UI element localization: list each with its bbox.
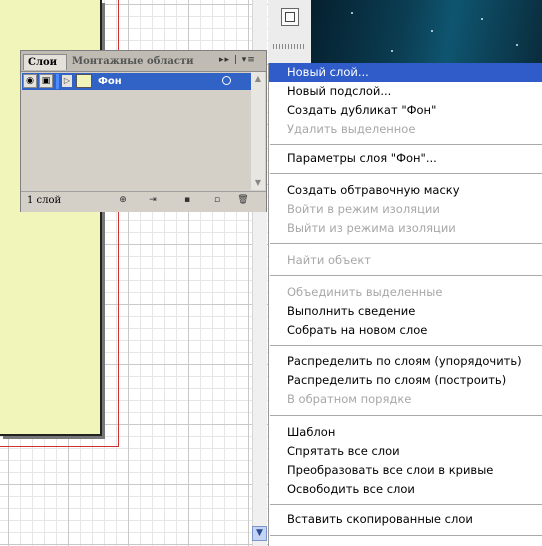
menu-item-delete-selection[interactable]: Удалить выделенное <box>269 120 542 139</box>
panel-menu-button[interactable]: ▸▸ | ▾≡ <box>219 55 256 65</box>
menu-item-release-to-layers-sequence[interactable]: Распределить по слоям (упорядочить) <box>269 352 542 371</box>
menu-item-reverse-order[interactable]: В обратном порядке <box>269 390 542 409</box>
menu-separator <box>270 345 542 346</box>
menu-separator <box>270 243 542 244</box>
scroll-up-arrow-icon[interactable]: ▲ <box>251 72 265 86</box>
menu-item-unlock-all-layers[interactable]: Освободить все слои <box>269 480 542 499</box>
menu-item-merge-selected[interactable]: Объединить выделенные <box>269 283 542 302</box>
menu-item-collect-in-new-layer[interactable]: Собрать на новом слое <box>269 321 542 340</box>
new-sublayer-icon[interactable]: ▪ <box>181 195 193 206</box>
menu-separator <box>270 415 542 416</box>
layer-list-scrollbar[interactable]: ▲ ▼ <box>251 72 265 190</box>
menu-item-flatten-artwork[interactable]: Выполнить сведение <box>269 302 542 321</box>
menu-item-template[interactable]: Шаблон <box>269 423 542 442</box>
layer-color-swatch <box>56 74 59 89</box>
menu-separator <box>270 173 542 174</box>
layers-panel: Слои Монтажные области ▸▸ | ▾≡ ◉ ▣ ▷ Фон… <box>20 50 267 212</box>
background-image-preview <box>311 0 542 63</box>
menu-item-duplicate-layer[interactable]: Создать дубликат "Фон" <box>269 101 542 120</box>
layer-name: Фон <box>98 76 122 87</box>
menu-separator <box>270 144 542 145</box>
menu-item-new-layer[interactable]: Новый слой... <box>269 63 542 82</box>
menu-separator <box>270 275 542 276</box>
new-layer-icon[interactable]: ▫ <box>211 195 223 206</box>
menu-item-layer-options[interactable]: Параметры слоя "Фон"... <box>269 149 542 168</box>
layers-panel-footer: 1 слой ⊕ ⇥ ▪ ▫ 🗑 <box>21 191 266 212</box>
scroll-down-arrow-icon[interactable]: ▼ <box>252 526 267 541</box>
artboard-bleed-line-horizontal <box>0 446 119 447</box>
locate-object-icon[interactable]: ⊕ <box>117 195 129 206</box>
menu-item-outline-all-layers[interactable]: Преобразовать все слои в кривые <box>269 461 542 480</box>
layers-panel-toggle-icon[interactable] <box>281 8 299 26</box>
tab-layers[interactable]: Слои <box>23 54 67 70</box>
panel-tab-bar: Слои Монтажные области ▸▸ | ▾≡ <box>21 51 266 72</box>
target-circle-icon[interactable] <box>222 76 231 85</box>
tab-artboards[interactable]: Монтажные области <box>68 54 196 70</box>
expand-triangle-icon[interactable]: ▷ <box>62 75 72 87</box>
scroll-down-arrow-icon[interactable]: ▼ <box>251 176 265 190</box>
menu-item-new-sublayer[interactable]: Новый подслой... <box>269 82 542 101</box>
menu-item-locate-object[interactable]: Найти объект <box>269 251 542 270</box>
trash-icon[interactable]: 🗑 <box>237 195 249 206</box>
menu-item-paste-remembers-layers[interactable]: Вставить скопированные слои <box>269 510 542 529</box>
clipping-mask-icon[interactable]: ⇥ <box>147 195 159 206</box>
menu-separator <box>270 535 542 536</box>
layers-context-menu: Новый слой... Новый подслой... Создать д… <box>268 63 542 546</box>
eye-icon[interactable]: ◉ <box>23 74 37 88</box>
menu-separator <box>270 504 542 505</box>
menu-item-make-clipping-mask[interactable]: Создать обтравочную маску <box>269 181 542 200</box>
menu-item-hide-all-layers[interactable]: Спрятать все слои <box>269 442 542 461</box>
layer-thumbnail <box>76 74 92 88</box>
layer-list: ◉ ▣ ▷ Фон ▲ ▼ <box>22 72 265 190</box>
menu-item-enter-isolation[interactable]: Войти в режим изоляции <box>269 200 542 219</box>
lock-icon[interactable]: ▣ <box>39 74 53 88</box>
tool-column-grip[interactable] <box>273 44 305 49</box>
layer-row-fon[interactable]: ◉ ▣ ▷ Фон <box>22 73 251 90</box>
menu-item-exit-isolation[interactable]: Выйти из режима изоляции <box>269 219 542 238</box>
layer-count: 1 слой <box>27 195 62 206</box>
menu-item-release-to-layers-build[interactable]: Распределить по слоям (построить) <box>269 371 542 390</box>
